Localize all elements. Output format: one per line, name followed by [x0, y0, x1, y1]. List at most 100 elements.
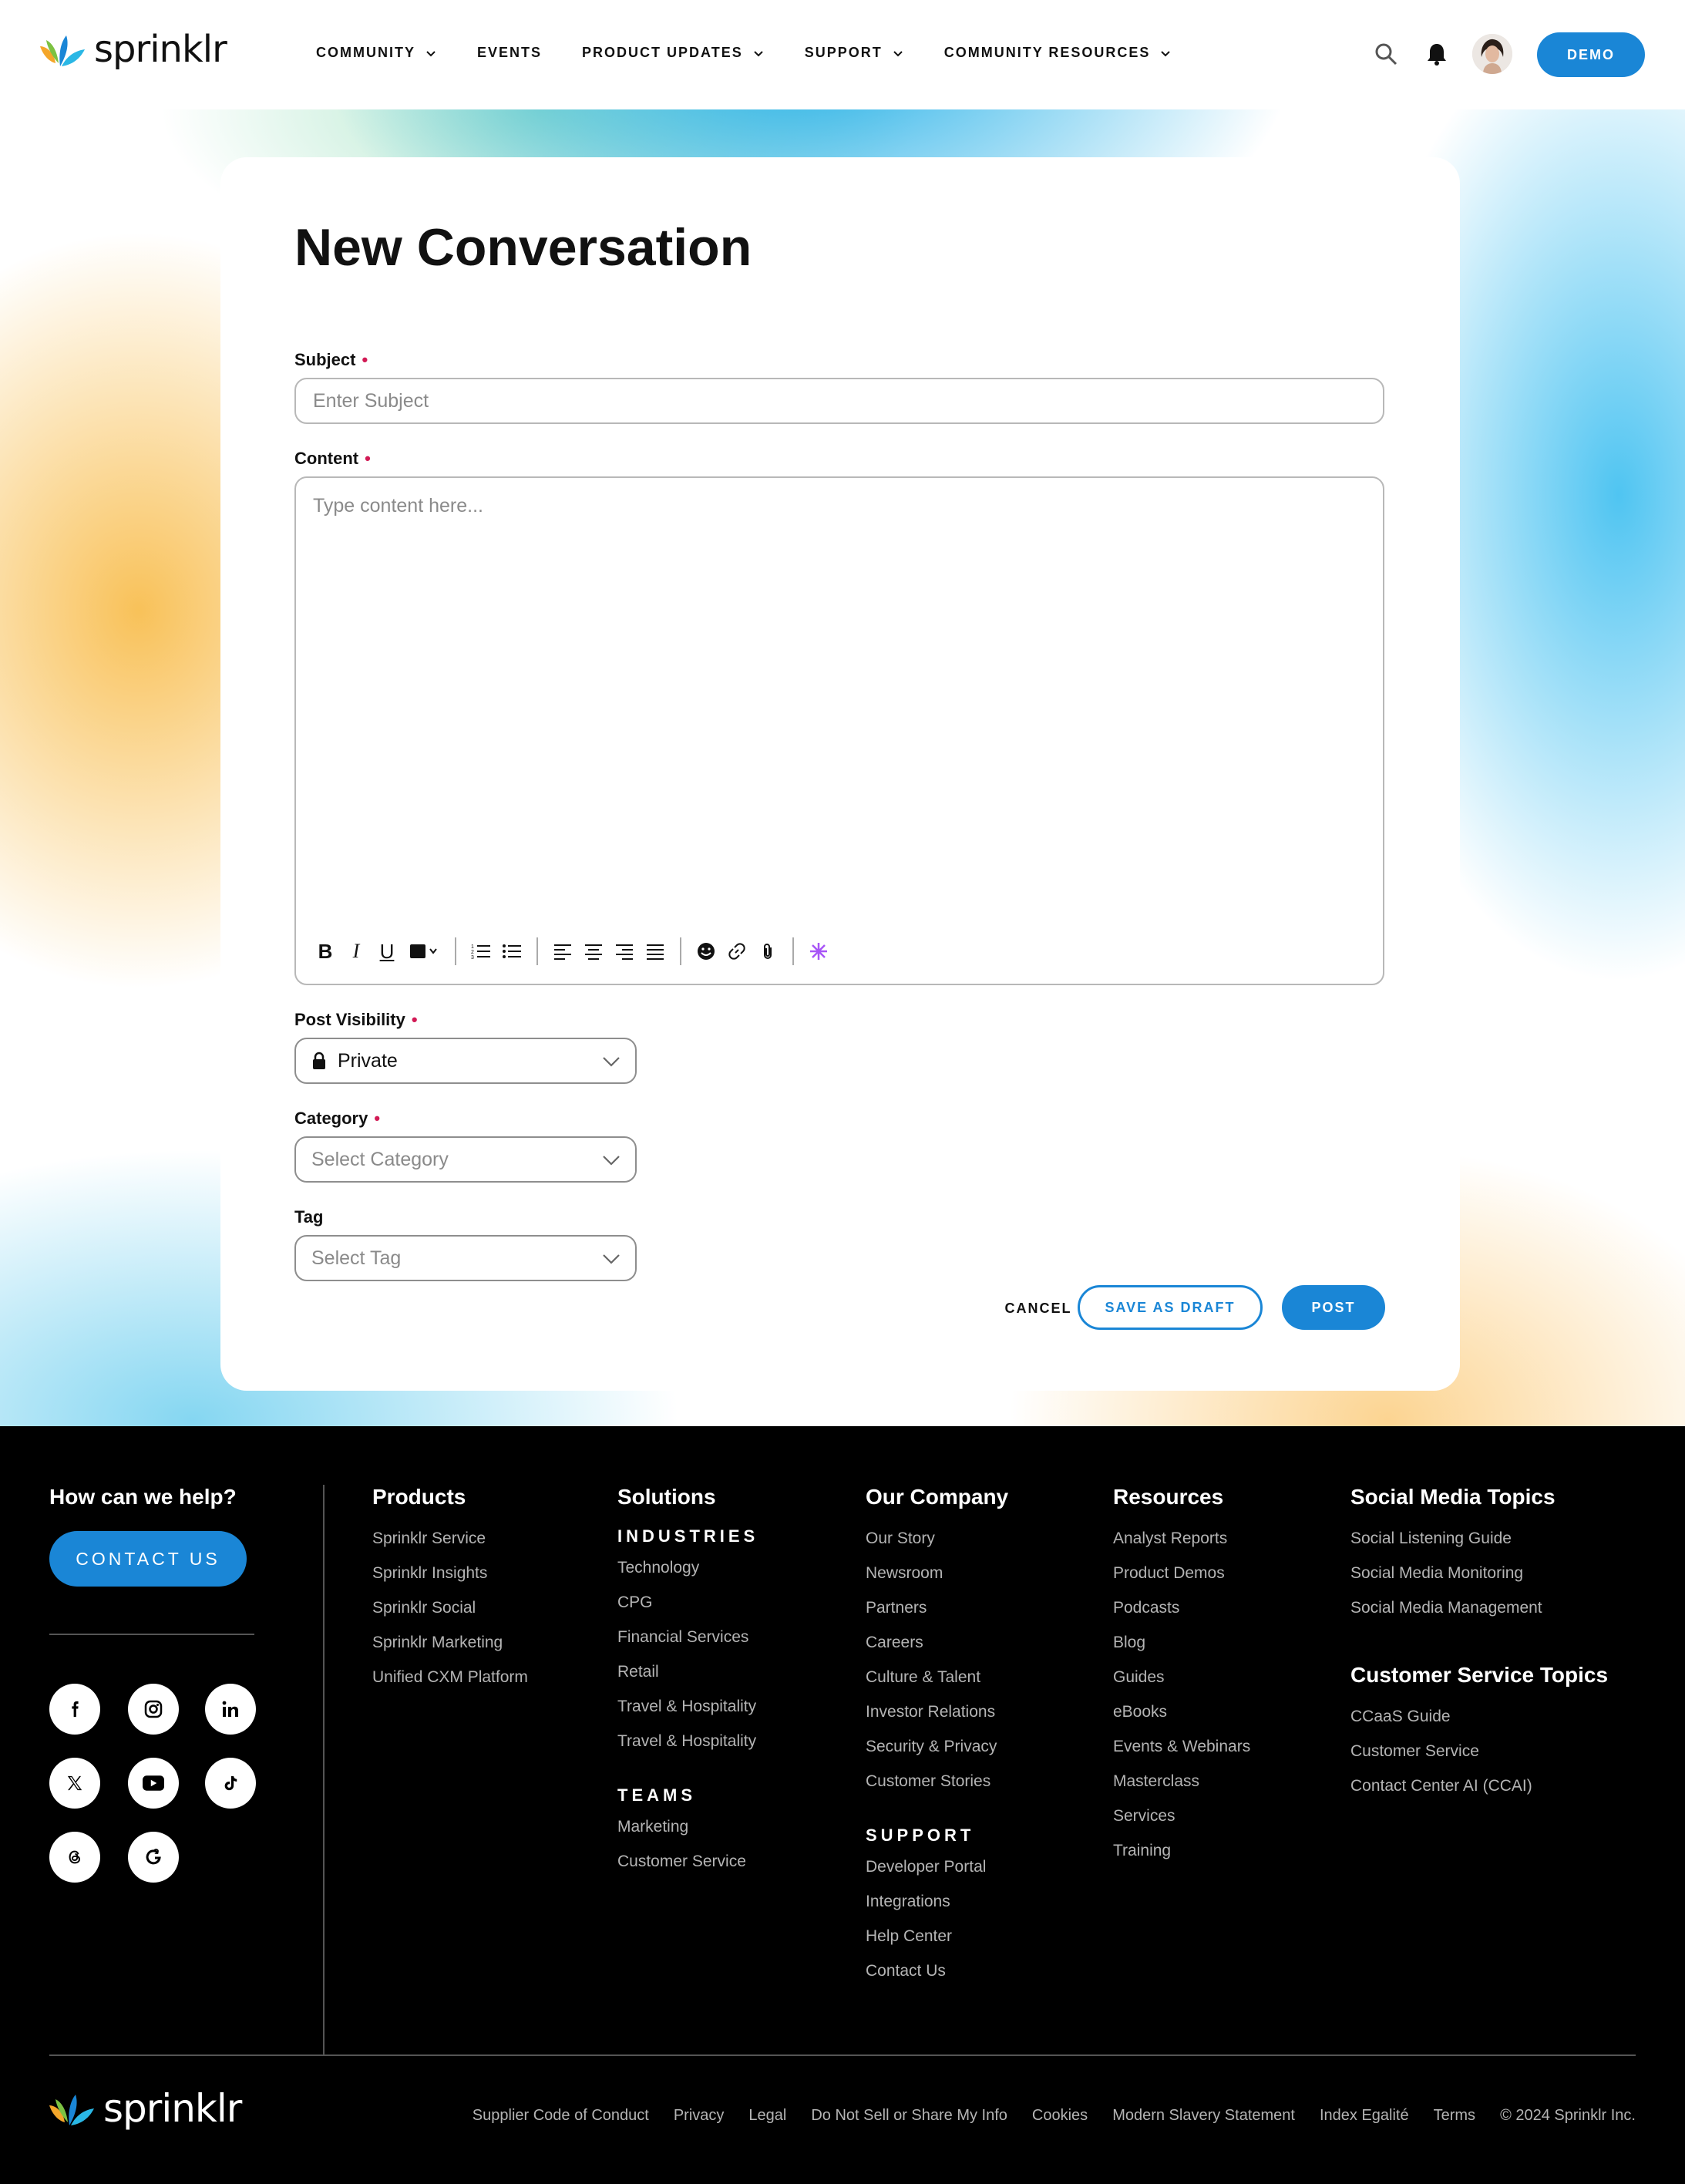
tiktok-icon[interactable]	[205, 1758, 256, 1809]
footer-link[interactable]: Social Media Monitoring	[1350, 1564, 1608, 1599]
footer-link[interactable]: Retail	[617, 1663, 758, 1698]
legal-link[interactable]: Index Egalité	[1320, 2107, 1409, 2125]
footer-link[interactable]: Masterclass	[1113, 1772, 1250, 1807]
emoji-icon[interactable]	[691, 936, 721, 967]
footer-link[interactable]: Analyst Reports	[1113, 1529, 1250, 1564]
subject-label-text: Subject	[294, 350, 356, 369]
svg-text:2: 2	[471, 950, 474, 955]
footer-link[interactable]: Integrations	[866, 1893, 1008, 1927]
footer-link[interactable]: eBooks	[1113, 1703, 1250, 1738]
post-visibility-select[interactable]: Private	[294, 1038, 637, 1084]
footer-link[interactable]: Guides	[1113, 1668, 1250, 1703]
x-icon[interactable]	[49, 1758, 100, 1809]
footer-link[interactable]: Newsroom	[866, 1564, 1008, 1599]
footer-link[interactable]: Podcasts	[1113, 1599, 1250, 1634]
post-button[interactable]: POST	[1282, 1285, 1385, 1330]
footer-link[interactable]: Services	[1113, 1807, 1250, 1842]
footer-link[interactable]: Our Story	[866, 1529, 1008, 1564]
tag-select[interactable]: Select Tag	[294, 1235, 637, 1281]
legal-link[interactable]: Supplier Code of Conduct	[473, 2107, 649, 2125]
bold-button[interactable]: B	[310, 936, 341, 967]
footer-sprinklr-logo[interactable]: sprinklr	[48, 2086, 242, 2134]
align-justify-icon[interactable]	[640, 936, 671, 967]
nav-product-updates[interactable]: PRODUCT UPDATES	[582, 45, 765, 61]
underline-button[interactable]: U	[372, 936, 402, 967]
footer-link[interactable]: Marketing	[617, 1818, 758, 1853]
footer-link[interactable]: CPG	[617, 1593, 758, 1628]
footer-link[interactable]: Social Listening Guide	[1350, 1529, 1608, 1564]
cancel-button[interactable]: CANCEL	[996, 1286, 1081, 1331]
footer-link[interactable]: Product Demos	[1113, 1564, 1250, 1599]
italic-button[interactable]: I	[341, 936, 372, 967]
footer-link[interactable]: Customer Service	[1350, 1742, 1608, 1777]
footer-link[interactable]: Investor Relations	[866, 1703, 1008, 1738]
footer-link[interactable]: Help Center	[866, 1927, 1008, 1962]
nav-community[interactable]: COMMUNITY	[316, 45, 437, 61]
legal-link[interactable]: Do Not Sell or Share My Info	[811, 2107, 1007, 2125]
content-textarea[interactable]	[296, 478, 1383, 840]
contact-us-button[interactable]: CONTACT US	[49, 1531, 247, 1587]
save-as-draft-button[interactable]: SAVE AS DRAFT	[1078, 1285, 1263, 1330]
footer-link[interactable]: Partners	[866, 1599, 1008, 1634]
align-left-icon[interactable]	[547, 936, 578, 967]
nav-support[interactable]: SUPPORT	[805, 45, 904, 61]
text-color-icon[interactable]	[402, 936, 446, 967]
category-select[interactable]: Select Category	[294, 1136, 637, 1183]
footer-link[interactable]: Financial Services	[617, 1628, 758, 1663]
footer-link[interactable]: Customer Service	[617, 1853, 758, 1887]
footer-link[interactable]: Culture & Talent	[866, 1668, 1008, 1703]
legal-link[interactable]: Modern Slavery Statement	[1112, 2107, 1295, 2125]
youtube-icon[interactable]	[128, 1758, 179, 1809]
footer-link[interactable]: Contact Center AI (CCAI)	[1350, 1777, 1608, 1812]
footer-link[interactable]: Travel & Hospitality	[617, 1732, 758, 1767]
search-icon[interactable]	[1372, 40, 1400, 68]
attachment-icon[interactable]	[752, 936, 783, 967]
footer-link[interactable]: Blog	[1113, 1634, 1250, 1668]
facebook-icon[interactable]	[49, 1684, 100, 1735]
nav-events[interactable]: EVENTS	[477, 45, 542, 61]
sprinklr-logo[interactable]: sprinklr	[39, 28, 227, 74]
align-right-icon[interactable]	[609, 936, 640, 967]
footer-link[interactable]: Sprinklr Service	[372, 1529, 528, 1564]
footer-link[interactable]: Sprinklr Insights	[372, 1564, 528, 1599]
legal-link[interactable]: Privacy	[674, 2107, 725, 2125]
required-marker: •	[411, 1010, 418, 1029]
legal-link[interactable]: Cookies	[1032, 2107, 1088, 2125]
subject-input[interactable]	[296, 379, 1383, 422]
footer-link[interactable]: Sprinklr Marketing	[372, 1634, 528, 1668]
footer-link[interactable]: Travel & Hospitality	[617, 1698, 758, 1732]
bullet-list-icon[interactable]	[496, 936, 527, 967]
footer-link[interactable]: Technology	[617, 1559, 758, 1593]
footer-link[interactable]: Social Media Management	[1350, 1599, 1608, 1634]
bell-icon[interactable]	[1423, 40, 1451, 68]
footer-link[interactable]: Unified CXM Platform	[372, 1668, 528, 1703]
g2-icon[interactable]	[128, 1832, 179, 1883]
chevron-down-icon	[1161, 50, 1171, 56]
instagram-icon[interactable]	[128, 1684, 179, 1735]
footer-link[interactable]: Training	[1113, 1842, 1250, 1876]
footer-link[interactable]: Customer Stories	[866, 1772, 1008, 1807]
linkedin-icon[interactable]	[205, 1684, 256, 1735]
nav-community-resources[interactable]: COMMUNITY RESOURCES	[944, 45, 1172, 61]
threads-icon[interactable]	[49, 1832, 100, 1883]
ordered-list-icon[interactable]: 123	[466, 936, 496, 967]
brand-name: sprinklr	[94, 28, 227, 71]
subject-label: Subject •	[294, 350, 368, 370]
footer-link[interactable]: Developer Portal	[866, 1858, 1008, 1893]
footer-link[interactable]: Events & Webinars	[1113, 1738, 1250, 1772]
footer-link[interactable]: Sprinklr Social	[372, 1599, 528, 1634]
link-icon[interactable]	[721, 936, 752, 967]
ai-sparkle-icon[interactable]	[803, 936, 834, 967]
demo-button[interactable]: DEMO	[1537, 32, 1645, 77]
legal-link[interactable]: Terms	[1434, 2107, 1475, 2125]
footer-link[interactable]: Contact Us	[866, 1962, 1008, 1997]
legal-link[interactable]: Legal	[748, 2107, 786, 2125]
category-label-text: Category	[294, 1109, 368, 1128]
content-editor: B I U 123	[294, 476, 1384, 985]
avatar[interactable]	[1472, 34, 1512, 74]
footer-link[interactable]: CCaaS Guide	[1350, 1708, 1608, 1742]
category-placeholder: Select Category	[311, 1148, 449, 1170]
footer-link[interactable]: Careers	[866, 1634, 1008, 1668]
footer-link[interactable]: Security & Privacy	[866, 1738, 1008, 1772]
align-center-icon[interactable]	[578, 936, 609, 967]
